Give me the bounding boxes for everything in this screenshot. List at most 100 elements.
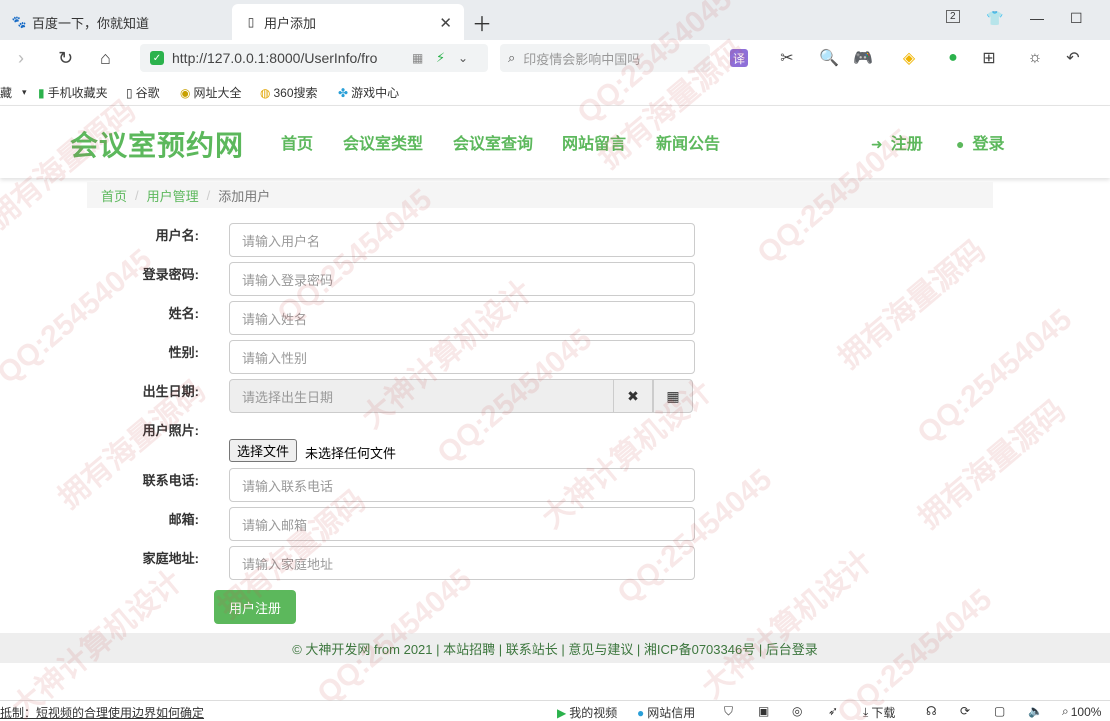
search-placeholder: 印疫情会影响中国吗 bbox=[523, 51, 641, 67]
bookmark-games[interactable]: ✤ 游戏中心 bbox=[338, 84, 399, 101]
qr-icon[interactable]: ▦ bbox=[412, 51, 423, 65]
undo-icon[interactable]: ↶ bbox=[1062, 47, 1084, 69]
password-label: 登录密码: bbox=[142, 267, 199, 282]
green-app-icon[interactable]: ● bbox=[942, 47, 964, 69]
calendar-icon[interactable]: ▦ bbox=[653, 379, 693, 413]
site-footer: © 大神开发网 from 2021 | 本站招聘 | 联系站长 | 意见与建议 … bbox=[0, 633, 1110, 663]
zoom-button[interactable]: ⌕ 100% bbox=[1062, 704, 1101, 719]
bookmark-mobile[interactable]: ▮ 手机收藏夹 bbox=[38, 84, 108, 101]
wallet-icon[interactable]: ◈ bbox=[898, 47, 920, 69]
nav-room-types[interactable]: 会议室类型 bbox=[343, 130, 423, 154]
tab-user-add[interactable]: ▯ 用户添加 ✕ bbox=[232, 4, 464, 40]
drop-icon: ● bbox=[637, 705, 645, 720]
bookmark-favorites[interactable]: 藏 ▾ bbox=[0, 84, 27, 101]
zoom-icon: ⌕ bbox=[1062, 704, 1069, 718]
phone-label: 联系电话: bbox=[142, 473, 199, 488]
my-video-button[interactable]: ▶ 我的视频 bbox=[557, 704, 617, 721]
play-icon: ▶ bbox=[557, 705, 567, 720]
watermark-text: 拥有海量源码 bbox=[912, 394, 1072, 536]
breadcrumb-separator: / bbox=[135, 187, 139, 203]
breadcrumb-current: 添加用户 bbox=[218, 188, 271, 204]
headset-icon[interactable]: ☊ bbox=[926, 704, 937, 718]
bookmark-google[interactable]: ▯ 谷歌 bbox=[126, 84, 160, 101]
nav-room-search[interactable]: 会议室查询 bbox=[453, 130, 533, 154]
bookmark-url-directory[interactable]: ◉ 网址大全 bbox=[180, 84, 242, 101]
url-bar[interactable]: ✓ http://127.0.0.1:8000/UserInfo/fro ▦ ⚡… bbox=[140, 44, 488, 72]
clear-date-icon[interactable]: ✖ bbox=[613, 379, 653, 413]
email-field[interactable]: 请输入邮箱 bbox=[229, 507, 695, 541]
site-logo[interactable]: 会议室预约网 bbox=[70, 124, 244, 164]
bookmarks-bar: 藏 ▾ ▮ 手机收藏夹 ▯ 谷歌 ◉ 网址大全 ◍ 360搜索 ✤ 游戏中心 bbox=[0, 78, 1110, 106]
search-input[interactable]: ⌕ 印疫情会影响中国吗 bbox=[500, 44, 710, 72]
photo-label: 用户照片: bbox=[142, 423, 199, 438]
gender-field[interactable]: 请输入性别 bbox=[229, 340, 695, 374]
tab-label: 百度一下，你就知道 bbox=[32, 15, 150, 31]
nav-home[interactable]: 首页 bbox=[281, 130, 313, 154]
username-label: 用户名: bbox=[155, 228, 199, 243]
bookmark-360[interactable]: ◍ 360搜索 bbox=[260, 84, 318, 101]
image-icon[interactable]: ▣ bbox=[758, 704, 769, 718]
download-button[interactable]: ⤓ 下载 bbox=[863, 704, 895, 721]
password-field[interactable]: 请输入登录密码 bbox=[229, 262, 695, 296]
breadcrumb-home[interactable]: 首页 bbox=[101, 186, 127, 205]
game-icon[interactable]: 🎮 bbox=[852, 47, 874, 69]
translate-icon[interactable]: 译 bbox=[730, 49, 748, 67]
address-label: 家庭地址: bbox=[142, 551, 199, 566]
browser-status-bar: 抵制：短视频的合理使用边界如何确定 ▶ 我的视频 ● 网站信用 ⛉ ▣ ◎ ➶ ⤓ 下… bbox=[0, 700, 1110, 720]
speed-icon[interactable]: ◎ bbox=[792, 704, 802, 718]
scissors-icon[interactable]: ✂ bbox=[776, 47, 798, 69]
status-news-link[interactable]: 抵制：短视频的合理使用边界如何确定 bbox=[0, 704, 204, 721]
home-icon[interactable]: ⌂ bbox=[100, 48, 111, 69]
new-tab-icon[interactable]: ＋ bbox=[472, 8, 492, 37]
gender-label: 性别: bbox=[168, 345, 199, 360]
forward-icon[interactable]: › bbox=[18, 48, 24, 69]
phone-field[interactable]: 请输入联系电话 bbox=[229, 468, 695, 502]
tab-label: 用户添加 bbox=[264, 15, 317, 31]
login-link[interactable]: ● 登录 bbox=[956, 130, 1004, 154]
shield-icon[interactable]: ⛉ bbox=[724, 704, 733, 719]
screenshot-icon[interactable]: ▢ bbox=[994, 704, 1005, 718]
address-field[interactable]: 请输入家庭地址 bbox=[229, 546, 695, 580]
download-icon: ⤓ bbox=[863, 705, 869, 719]
grid-apps-icon[interactable]: ⊞ bbox=[978, 47, 1000, 69]
security-shield-icon: ✓ bbox=[150, 51, 164, 65]
phone-icon: ▮ bbox=[38, 85, 45, 100]
nav-messages[interactable]: 网站留言 bbox=[562, 130, 626, 154]
lightning-icon[interactable]: ⚡ bbox=[436, 50, 445, 66]
register-link[interactable]: ➜ 注册 bbox=[871, 130, 923, 154]
volume-icon[interactable]: 🔈 bbox=[1028, 704, 1043, 718]
watermark-text: 拥有海量源码 bbox=[832, 234, 992, 376]
file-status: 未选择任何文件 bbox=[305, 446, 397, 461]
birthday-field[interactable]: 请选择出生日期 bbox=[229, 379, 614, 413]
game-center-icon: ✤ bbox=[338, 85, 349, 100]
name-field[interactable]: 请输入姓名 bbox=[229, 301, 695, 335]
email-label: 邮箱: bbox=[168, 512, 199, 527]
close-tab-icon[interactable]: ✕ bbox=[439, 14, 452, 32]
breadcrumb-user-management[interactable]: 用户管理 bbox=[147, 186, 199, 205]
breadcrumb: 首页 / 用户管理 / 添加用户 bbox=[87, 182, 993, 208]
maximize-icon[interactable]: ☐ bbox=[1070, 10, 1083, 27]
site-credit-button[interactable]: ● 网站信用 bbox=[637, 704, 695, 721]
baidu-paw-icon: 🐾 bbox=[11, 15, 27, 29]
watermark-text: 大神计算机设计 bbox=[696, 544, 879, 705]
user-icon: ● bbox=[956, 136, 965, 152]
url-text: http://127.0.0.1:8000/UserInfo/fro bbox=[172, 50, 378, 66]
tab-counter[interactable]: 2 bbox=[946, 10, 960, 23]
register-submit-button[interactable]: 用户注册 bbox=[214, 590, 296, 624]
brightness-icon[interactable]: ☼ bbox=[1024, 47, 1046, 69]
magnifier-icon[interactable]: 🔍 bbox=[818, 47, 840, 69]
watermark-text: QQ:25454045 bbox=[911, 302, 1079, 451]
skin-icon[interactable]: 👕 bbox=[986, 10, 1003, 27]
rocket-icon[interactable]: ➶ bbox=[828, 704, 838, 718]
tab-baidu[interactable]: 🐾 百度一下，你就知道 bbox=[0, 4, 232, 40]
minimize-icon[interactable]: — bbox=[1030, 10, 1044, 26]
nav-news[interactable]: 新闻公告 bbox=[656, 130, 720, 154]
name-label: 姓名: bbox=[168, 306, 199, 321]
page-icon: ▯ bbox=[247, 15, 255, 29]
sync-icon[interactable]: ⟳ bbox=[960, 704, 970, 718]
choose-file-button[interactable]: 选择文件 bbox=[229, 439, 298, 462]
chevron-down-icon[interactable]: ⌄ bbox=[458, 51, 468, 65]
username-field[interactable]: 请输入用户名 bbox=[229, 223, 695, 257]
refresh-icon[interactable]: ↻ bbox=[58, 48, 73, 69]
page-icon: ▯ bbox=[126, 85, 133, 100]
